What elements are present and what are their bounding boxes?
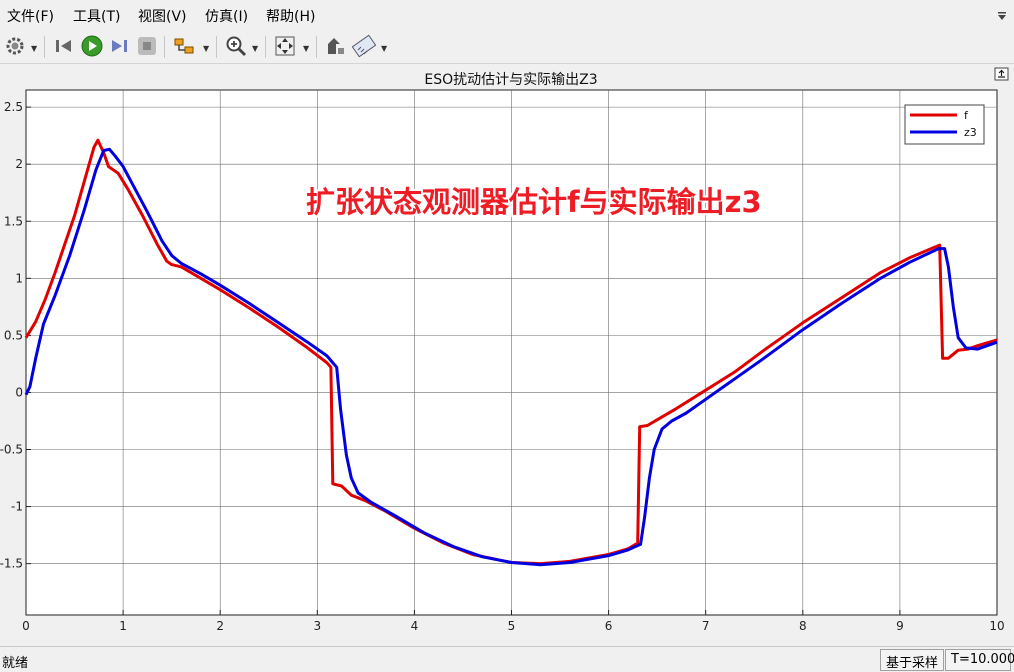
legend-label-z3: z3 bbox=[964, 126, 977, 139]
x-tick-label: 2 bbox=[216, 619, 224, 633]
undock-axes-icon[interactable] bbox=[994, 67, 1009, 81]
x-tick-label: 5 bbox=[508, 619, 516, 633]
x-tick-label: 4 bbox=[411, 619, 419, 633]
legend[interactable]: f z3 bbox=[904, 104, 985, 145]
y-tick-label: -1 bbox=[11, 500, 23, 514]
plot-panel: ESO扰动估计与实际输出Z3 0 1 2 3 4 5 6 7 8 9 10 -1.5 -1 -0.5 0 0.… bbox=[0, 64, 1014, 646]
signal-highlight-icon[interactable] bbox=[173, 34, 197, 58]
chevron-down-icon[interactable]: ▼ bbox=[381, 44, 387, 53]
sim-time-indicator: T=10.000 bbox=[945, 649, 1014, 671]
y-tick-label: 1 bbox=[15, 271, 23, 285]
toolbar-divider bbox=[44, 36, 45, 58]
line-chart: ESO扰动估计与实际输出Z3 0 1 2 3 4 5 6 7 8 9 10 -1.5 -1 -0.5 0 0.… bbox=[0, 67, 1009, 633]
toolbar-divider bbox=[216, 36, 217, 58]
cursor-measure-icon[interactable] bbox=[324, 34, 346, 58]
y-tick-label: 2 bbox=[15, 157, 23, 171]
toolbar-divider bbox=[316, 36, 317, 58]
sampling-mode-indicator[interactable]: 基于采样 bbox=[880, 649, 944, 671]
x-tick-label: 10 bbox=[989, 619, 1004, 633]
toolbar-divider bbox=[265, 36, 266, 58]
chevron-down-icon[interactable]: ▼ bbox=[31, 44, 37, 53]
x-tick-label: 3 bbox=[313, 619, 321, 633]
menu-bar: 文件(F) 工具(T) 视图(V) 仿真(I) 帮助(H) bbox=[0, 0, 1014, 30]
toolbar-divider bbox=[164, 36, 165, 58]
chart-title: ESO扰动估计与实际输出Z3 bbox=[424, 72, 597, 88]
step-back-icon[interactable] bbox=[53, 34, 75, 58]
fit-view-icon[interactable] bbox=[273, 34, 297, 58]
style-icon[interactable] bbox=[352, 34, 376, 58]
x-tick-label: 9 bbox=[896, 619, 904, 633]
gear-icon[interactable] bbox=[4, 34, 26, 58]
chevron-down-icon[interactable]: ▼ bbox=[252, 44, 258, 53]
menu-view[interactable]: 视图(V) bbox=[138, 6, 187, 26]
y-tick-label: 1.5 bbox=[4, 214, 23, 228]
status-bar: 就绪 基于采样 T=10.000 bbox=[0, 646, 1014, 672]
x-tick-label: 8 bbox=[799, 619, 807, 633]
x-tick-label: 7 bbox=[702, 619, 710, 633]
status-text: 就绪 bbox=[2, 656, 29, 671]
zoom-in-icon[interactable] bbox=[224, 34, 248, 58]
menu-help[interactable]: 帮助(H) bbox=[266, 6, 315, 26]
run-icon[interactable] bbox=[80, 34, 104, 58]
scope-window: 文件(F) 工具(T) 视图(V) 仿真(I) 帮助(H) ▼ ▼ ▼ ▼ ▼ … bbox=[0, 0, 1014, 672]
y-tick-label: -1.5 bbox=[0, 557, 23, 571]
chevron-down-icon[interactable]: ▼ bbox=[203, 44, 209, 53]
chevron-down-icon[interactable]: ▼ bbox=[303, 44, 309, 53]
y-tick-label: 0 bbox=[15, 385, 23, 399]
menu-simulation[interactable]: 仿真(I) bbox=[205, 6, 248, 26]
toolbar: ▼ ▼ ▼ ▼ ▼ bbox=[0, 30, 1014, 64]
chart-annotation: 扩张状态观测器估计f与实际输出z3 bbox=[306, 185, 762, 219]
menu-tools[interactable]: 工具(T) bbox=[73, 6, 120, 26]
y-tick-label: -0.5 bbox=[0, 443, 23, 457]
dock-arrow-icon[interactable] bbox=[996, 8, 1008, 20]
y-tick-label: 2.5 bbox=[4, 100, 23, 114]
stop-icon[interactable] bbox=[136, 34, 158, 58]
y-tick-label: 0.5 bbox=[4, 328, 23, 342]
x-tick-label: 0 bbox=[22, 619, 30, 633]
menu-file[interactable]: 文件(F) bbox=[7, 6, 54, 26]
step-forward-icon[interactable] bbox=[108, 34, 130, 58]
x-tick-label: 1 bbox=[119, 619, 127, 633]
x-tick-label: 6 bbox=[605, 619, 613, 633]
